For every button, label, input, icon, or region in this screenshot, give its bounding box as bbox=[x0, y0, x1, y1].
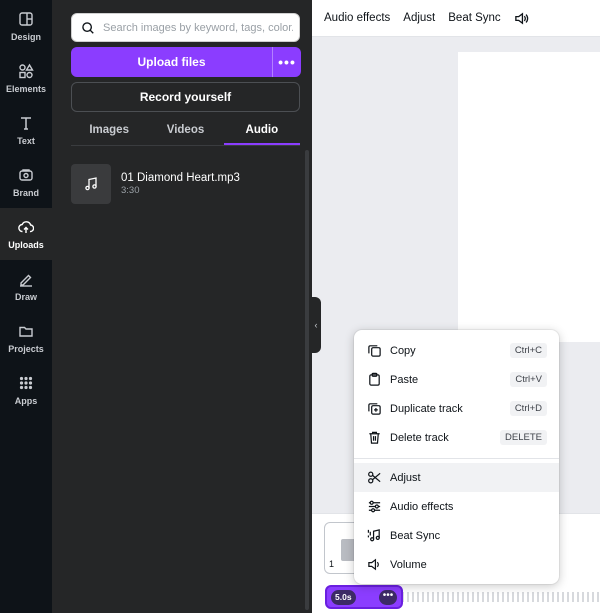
menu-item-label: Paste bbox=[390, 373, 419, 386]
side-rail: Design Elements Text Brand Uploads Draw … bbox=[0, 0, 52, 613]
scissors-icon bbox=[368, 471, 381, 484]
elements-icon bbox=[19, 63, 34, 78]
menu-item-label: Audio effects bbox=[390, 500, 454, 513]
rail-item-draw[interactable]: Draw bbox=[0, 260, 52, 312]
projects-icon bbox=[19, 326, 33, 337]
menu-shortcut: DELETE bbox=[500, 430, 547, 445]
track-duration-badge: 5.0s bbox=[331, 590, 356, 605]
copy-icon bbox=[368, 345, 381, 357]
design-page[interactable] bbox=[458, 52, 600, 342]
brand-icon bbox=[19, 168, 33, 181]
search-input[interactable] bbox=[103, 21, 293, 34]
design-icon bbox=[19, 11, 33, 26]
audio-duration: 3:30 bbox=[121, 185, 140, 196]
rail-item-brand[interactable]: Brand bbox=[0, 156, 52, 208]
rail-item-elements[interactable]: Elements bbox=[0, 52, 52, 104]
trash-icon bbox=[369, 431, 380, 444]
apps-icon bbox=[19, 376, 33, 389]
menu-shortcut: Ctrl+C bbox=[509, 343, 547, 358]
upload-button-group: Upload files ••• bbox=[71, 47, 301, 77]
menu-item-label: Beat Sync bbox=[390, 529, 441, 542]
draw-icon bbox=[20, 274, 32, 287]
audio-track[interactable]: 5.0s ••• bbox=[325, 585, 403, 609]
menu-item-adjust[interactable]: Adjust bbox=[354, 463, 559, 492]
rail-label: Design bbox=[10, 31, 41, 42]
adjust-button[interactable]: Adjust bbox=[403, 12, 435, 24]
menu-item-volume[interactable]: Volume bbox=[354, 550, 559, 579]
beat-sync-button[interactable]: Beat Sync bbox=[448, 12, 500, 24]
rail-item-design[interactable]: Design bbox=[0, 0, 52, 52]
chevron-left-icon: ‹ bbox=[314, 320, 318, 330]
menu-divider bbox=[354, 458, 559, 459]
beat-sync-icon bbox=[367, 529, 380, 542]
menu-item-audio-effects[interactable]: Audio effects bbox=[354, 492, 559, 521]
sliders-icon bbox=[368, 500, 381, 513]
audio-thumbnail bbox=[71, 164, 111, 204]
rail-label: Text bbox=[17, 135, 35, 146]
menu-item-beat-sync[interactable]: Beat Sync bbox=[354, 521, 559, 550]
record-yourself-button[interactable]: Record yourself bbox=[71, 82, 300, 112]
uploads-panel: Upload files ••• Record yourself Images … bbox=[52, 0, 312, 613]
search-box bbox=[71, 13, 300, 42]
tab-images[interactable]: Images bbox=[71, 122, 147, 145]
rail-label: Elements bbox=[5, 83, 47, 94]
menu-item-label: Copy bbox=[390, 344, 416, 357]
volume-icon bbox=[368, 558, 379, 571]
audio-list-item[interactable]: 01 Diamond Heart.mp3 3:30 bbox=[71, 162, 300, 206]
music-note-icon bbox=[85, 177, 97, 191]
panel-scrollbar[interactable] bbox=[305, 150, 309, 610]
track-more-button[interactable]: ••• bbox=[379, 590, 397, 605]
rail-label: Projects bbox=[8, 343, 44, 354]
text-icon bbox=[21, 116, 31, 130]
audio-effects-button[interactable]: Audio effects bbox=[324, 12, 390, 24]
menu-item-delete-track[interactable]: Delete track DELETE bbox=[354, 423, 559, 452]
page-number: 1 bbox=[329, 559, 335, 569]
rail-label: Brand bbox=[12, 187, 39, 198]
uploads-icon bbox=[18, 220, 34, 233]
duplicate-icon bbox=[368, 403, 381, 415]
menu-item-copy[interactable]: Copy Ctrl+C bbox=[354, 336, 559, 365]
menu-item-label: Volume bbox=[390, 558, 427, 571]
search-icon bbox=[82, 21, 94, 34]
rail-item-uploads[interactable]: Uploads bbox=[0, 208, 52, 260]
rail-label: Apps bbox=[14, 395, 38, 406]
editor-toolbar: Audio effects Adjust Beat Sync bbox=[312, 0, 600, 37]
rail-label: Uploads bbox=[8, 239, 44, 250]
menu-shortcut: Ctrl+D bbox=[509, 401, 547, 416]
upload-more-button[interactable]: ••• bbox=[272, 47, 301, 77]
paste-icon bbox=[369, 372, 380, 386]
audio-file-name: 01 Diamond Heart.mp3 bbox=[121, 172, 240, 184]
upload-tabs: Images Videos Audio bbox=[71, 122, 300, 146]
tab-videos[interactable]: Videos bbox=[147, 122, 223, 145]
menu-item-label: Delete track bbox=[390, 431, 449, 444]
rail-item-projects[interactable]: Projects bbox=[0, 312, 52, 364]
rail-item-apps[interactable]: Apps bbox=[0, 364, 52, 416]
tab-audio[interactable]: Audio bbox=[223, 122, 300, 145]
menu-item-label: Adjust bbox=[390, 471, 421, 484]
upload-files-button[interactable]: Upload files bbox=[71, 47, 272, 77]
rail-label: Draw bbox=[14, 291, 37, 302]
context-menu: Copy Ctrl+C Paste Ctrl+V Duplicate track… bbox=[354, 330, 559, 584]
menu-item-duplicate-track[interactable]: Duplicate track Ctrl+D bbox=[354, 394, 559, 423]
menu-shortcut: Ctrl+V bbox=[510, 372, 547, 387]
volume-icon[interactable] bbox=[514, 11, 529, 26]
collapse-panel-handle[interactable]: ‹ bbox=[311, 297, 321, 353]
menu-item-label: Duplicate track bbox=[390, 402, 463, 415]
audio-waveform bbox=[402, 592, 600, 602]
rail-item-text[interactable]: Text bbox=[0, 104, 52, 156]
menu-item-paste[interactable]: Paste Ctrl+V bbox=[354, 365, 559, 394]
